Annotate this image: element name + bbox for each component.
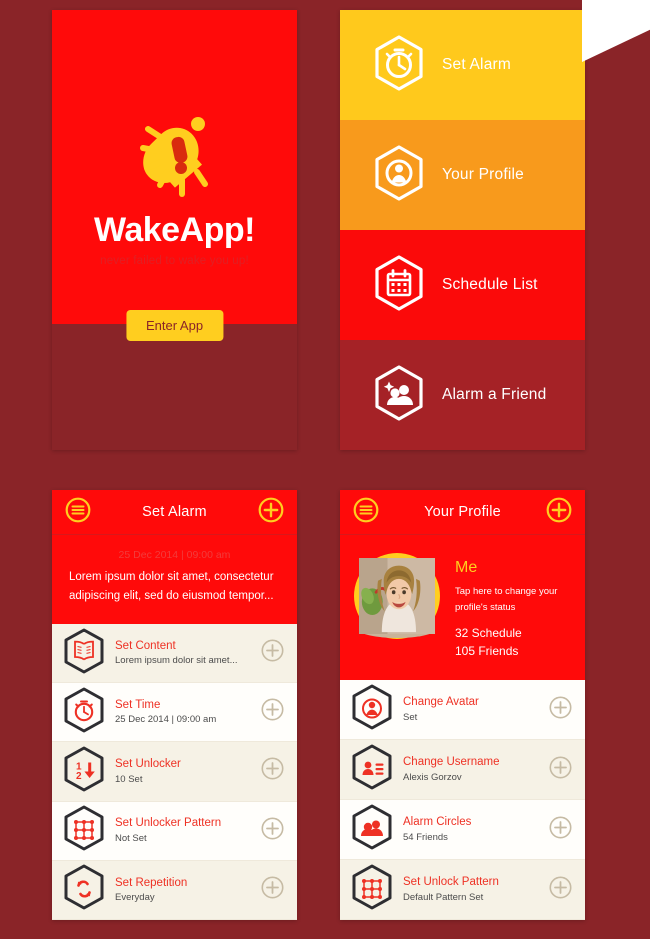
list-item-subtitle: 54 Friends — [403, 831, 448, 843]
profile-friends-count: 105 Friends — [455, 643, 519, 658]
avatar-circle-icon — [351, 684, 393, 735]
list-item-title: Change Username — [403, 756, 500, 769]
people-icon — [351, 804, 393, 855]
plus-circle-icon[interactable] — [549, 816, 572, 844]
list-item-set-unlocker-pattern[interactable]: Set Unlocker Pattern Not Set — [52, 801, 297, 861]
list-item-title: Set Unlock Pattern — [403, 876, 499, 889]
list-item-change-username[interactable]: Change Username Alexis Gorzov — [340, 740, 585, 801]
plus-circle-icon[interactable] — [261, 817, 284, 845]
list-item-subtitle: Set — [403, 711, 418, 723]
repeat-icon — [63, 864, 105, 915]
profile-schedule-count: 32 Schedule — [455, 626, 522, 641]
pattern-grid-icon — [63, 805, 105, 856]
app-title: WakeApp! — [94, 211, 255, 249]
profile-topbar: Your Profile — [340, 490, 585, 535]
profile-status-text: Tap here to change your profile's status — [455, 586, 558, 614]
alarm-hero-date: 25 Dec 2014 | 09:00 am — [118, 549, 231, 561]
page-title: Set Alarm — [142, 504, 207, 520]
alarm-clock-icon — [63, 687, 105, 738]
app-tagline: never failed to wake you up! — [100, 255, 249, 267]
menu-item-label: Set Alarm — [442, 56, 511, 73]
main-menu-screen: Set Alarm Your Profile Schedule List Ala… — [340, 10, 585, 450]
menu-list: Set Alarm Your Profile Schedule List Ala… — [340, 10, 585, 450]
plus-circle-icon[interactable] — [261, 876, 284, 904]
list-item-subtitle: Lorem ipsum dolor sit amet... — [115, 655, 238, 667]
menu-item-label: Schedule List — [442, 276, 538, 293]
your-profile-screen: Your Profile Me Tap here to change your … — [340, 490, 585, 920]
menu-item-your-profile[interactable]: Your Profile — [340, 120, 585, 230]
set-alarm-topbar: Set Alarm — [52, 490, 297, 535]
number-order-icon: 1 2 — [63, 746, 105, 797]
mockup-board: WakeApp! never failed to wake you up! En… — [0, 0, 650, 939]
id-card-icon — [351, 744, 393, 795]
plus-circle-icon[interactable] — [258, 497, 284, 528]
book-icon — [63, 628, 105, 679]
plus-circle-icon[interactable] — [261, 639, 284, 667]
plus-circle-icon[interactable] — [261, 757, 284, 785]
list-item-subtitle: Everyday — [115, 892, 155, 904]
menu-item-label: Your Profile — [442, 166, 524, 183]
page-title: Your Profile — [424, 504, 501, 520]
avatar[interactable] — [354, 553, 440, 639]
stopwatch-icon — [373, 34, 425, 96]
user-photo-avatar — [359, 558, 435, 638]
list-item-subtitle: Default Pattern Set — [403, 891, 484, 903]
plus-circle-icon[interactable] — [549, 876, 572, 904]
profile-list: Change Avatar Set Change Username Alexis… — [340, 680, 585, 920]
plus-circle-icon[interactable] — [546, 497, 572, 528]
hamburger-menu-icon[interactable] — [65, 497, 91, 528]
list-item-alarm-circles[interactable]: Alarm Circles 54 Friends — [340, 800, 585, 861]
list-item-set-time[interactable]: Set Time 25 Dec 2014 | 09:00 am — [52, 683, 297, 743]
enter-app-button[interactable]: Enter App — [125, 310, 224, 341]
menu-item-label: Alarm a Friend — [442, 386, 547, 403]
list-item-title: Set Repetition — [115, 876, 188, 889]
calendar-icon — [373, 254, 425, 316]
pattern-grid-icon — [351, 864, 393, 915]
menu-item-schedule-list[interactable]: Schedule List — [340, 230, 585, 340]
list-item-title: Set Unlocker Pattern — [115, 817, 222, 830]
splash-screen: WakeApp! never failed to wake you up! En… — [52, 10, 297, 450]
plus-circle-icon[interactable] — [549, 696, 572, 724]
list-item-title: Alarm Circles — [403, 816, 472, 829]
add-friend-icon — [373, 364, 425, 426]
list-item-title: Set Unlocker — [115, 758, 181, 771]
list-item-subtitle: Alexis Gorzov — [403, 771, 462, 783]
list-item-change-avatar[interactable]: Change Avatar Set — [340, 680, 585, 741]
list-item-subtitle: 25 Dec 2014 | 09:00 am — [115, 714, 217, 726]
list-item-title: Set Time — [115, 698, 161, 711]
list-item-subtitle: Not Set — [115, 832, 147, 844]
alarm-hero: 25 Dec 2014 | 09:00 am Lorem ipsum dolor… — [52, 535, 297, 624]
profile-name: Me — [455, 559, 478, 576]
menu-item-alarm-a-friend[interactable]: Alarm a Friend — [340, 340, 585, 450]
list-item-subtitle: 10 Set — [115, 773, 143, 785]
list-item-set-content[interactable]: Set Content Lorem ipsum dolor sit amet..… — [52, 623, 297, 684]
list-item-set-repetition[interactable]: Set Repetition Everyday — [52, 860, 297, 920]
user-circle-icon — [373, 144, 425, 206]
alarm-hero-text: Lorem ipsum dolor sit amet, consectetur … — [69, 571, 274, 602]
list-item-title: Change Avatar — [403, 696, 479, 709]
alarm-bell-icon — [127, 110, 223, 207]
set-alarm-list: Set Content Lorem ipsum dolor sit amet..… — [52, 623, 297, 920]
plus-circle-icon[interactable] — [261, 698, 284, 726]
list-item-set-unlocker[interactable]: 1 2 Set Unlocker 10 Set — [52, 742, 297, 802]
list-item-title: Set Content — [115, 639, 176, 652]
hamburger-menu-icon[interactable] — [353, 497, 379, 528]
plus-circle-icon[interactable] — [549, 756, 572, 784]
set-alarm-screen: Set Alarm 25 Dec 2014 | 09:00 am Lorem i… — [52, 490, 297, 920]
svg-text:2: 2 — [76, 771, 82, 782]
profile-hero[interactable]: Me Tap here to change your profile's sta… — [340, 535, 585, 681]
list-item-set-unlock-pattern[interactable]: Set Unlock Pattern Default Pattern Set — [340, 860, 585, 920]
menu-item-set-alarm[interactable]: Set Alarm — [340, 10, 585, 120]
